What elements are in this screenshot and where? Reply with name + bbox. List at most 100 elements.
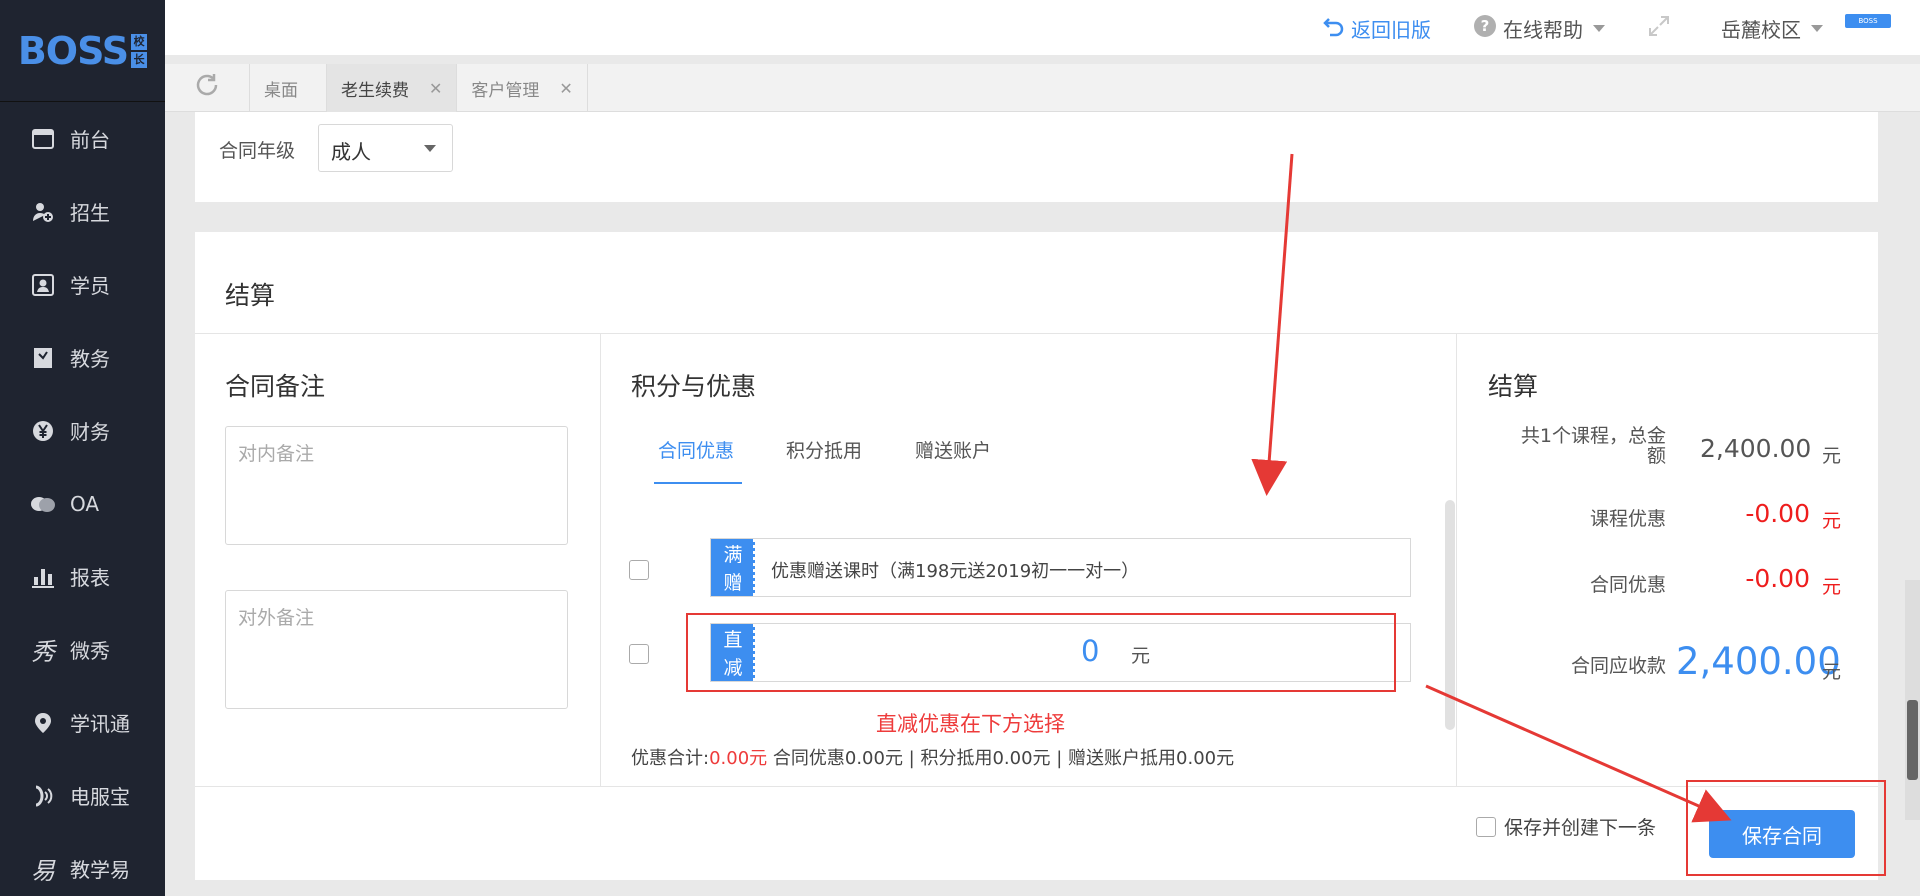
- sidebar-item-front-desk[interactable]: 前台: [0, 102, 165, 175]
- promo-full-gift-checkbox[interactable]: [629, 560, 649, 580]
- discount-list-scrollbar[interactable]: [1445, 500, 1455, 730]
- sidebar: BOSS 校 长 前台 招生 学员 教务 财务 OA 报表 秀 微秀 学讯通 电…: [0, 0, 165, 896]
- logo-badge-top: 校: [131, 33, 148, 50]
- receivable-label: 合同应收款: [1570, 655, 1666, 677]
- divider: [195, 786, 1878, 787]
- user-add-icon: [30, 199, 56, 225]
- app-logo[interactable]: BOSS 校 长: [0, 0, 165, 102]
- discount-summary-total: 0.00元: [709, 748, 768, 769]
- save-and-create-next[interactable]: 保存并创建下一条: [1476, 813, 1656, 840]
- sidebar-item-label: 电服宝: [70, 785, 130, 809]
- wei-xiu-icon: 秀: [31, 638, 55, 666]
- annotation-highlight-box: [1686, 780, 1886, 876]
- tab-points-deduction[interactable]: 积分抵用: [786, 436, 862, 463]
- discount-summary: 优惠合计:0.00元 合同优惠0.00元 | 积分抵用0.00元 | 赠送账户抵…: [631, 744, 1234, 770]
- yen-icon: [30, 418, 56, 444]
- contract-grade-value: 成人: [331, 140, 371, 164]
- course-discount-label: 课程优惠: [1589, 508, 1666, 530]
- chevron-down-icon: [1593, 25, 1605, 32]
- sidebar-item-xuexuntong[interactable]: 学讯通: [0, 686, 165, 759]
- sidebar-item-reports[interactable]: 报表: [0, 540, 165, 613]
- save-and-create-next-checkbox[interactable]: [1476, 816, 1496, 837]
- sidebar-item-label: 教务: [70, 347, 110, 371]
- sidebar-item-label: 学员: [70, 274, 110, 298]
- online-help-dropdown[interactable]: ? 在线帮助: [1473, 14, 1605, 43]
- tab-customer-management[interactable]: 客户管理 ✕: [457, 64, 588, 112]
- sidebar-item-finance[interactable]: 财务: [0, 394, 165, 467]
- fullscreen-button[interactable]: [1647, 14, 1671, 43]
- page-scrollbar-thumb[interactable]: [1907, 700, 1918, 780]
- contract-discount-value: -0.00: [1745, 564, 1810, 593]
- campus-label: 岳麓校区: [1721, 18, 1801, 42]
- sidebar-item-label: 教学易: [70, 858, 130, 882]
- sidebar-item-students[interactable]: 学员: [0, 248, 165, 321]
- refresh-button[interactable]: [165, 64, 250, 112]
- close-icon[interactable]: ✕: [559, 79, 572, 98]
- tab-label: 桌面: [264, 80, 298, 101]
- sidebar-item-enrollment[interactable]: 招生: [0, 175, 165, 248]
- logo-badge: 校 长: [131, 33, 148, 69]
- logo-badge-bottom: 长: [131, 51, 148, 68]
- sidebar-item-label: 招生: [70, 201, 110, 225]
- sidebar-nav: 前台 招生 学员 教务 财务 OA 报表 秀 微秀 学讯通 电服宝 易 教学易: [0, 102, 165, 896]
- sidebar-item-label: 前台: [70, 128, 110, 152]
- settlement-section-title: 结算: [225, 281, 276, 310]
- tab-renewal[interactable]: 老生续费 ✕: [327, 64, 458, 112]
- calendar-icon: [30, 126, 56, 152]
- tab-desktop[interactable]: 桌面: [250, 64, 327, 112]
- bar-chart-icon: [30, 564, 56, 590]
- question-circle-icon: ?: [1473, 14, 1497, 43]
- sidebar-item-oa[interactable]: OA: [0, 467, 165, 540]
- close-icon[interactable]: ✕: [429, 79, 442, 98]
- page-tabs: 桌面 老生续费 ✕ 客户管理 ✕: [165, 64, 1920, 112]
- divider: [600, 333, 601, 786]
- contract-grade-card: 合同年级 成人: [195, 112, 1878, 202]
- promo-tag-line2: 赠: [723, 572, 743, 594]
- currency-unit: 元: [1822, 661, 1842, 683]
- sidebar-item-label: 报表: [70, 566, 110, 590]
- sidebar-item-label: OA: [70, 491, 100, 516]
- tab-contract-discount[interactable]: 合同优惠: [658, 436, 734, 463]
- chevron-down-icon: [1811, 25, 1823, 32]
- totals-title: 结算: [1488, 372, 1539, 401]
- sidebar-item-weixiu[interactable]: 秀 微秀: [0, 613, 165, 686]
- expand-icon: [1647, 14, 1671, 43]
- annotation-highlight-box: [686, 613, 1396, 692]
- online-help-label: 在线帮助: [1503, 18, 1583, 42]
- sidebar-item-jiaoxueyi[interactable]: 易 教学易: [0, 832, 165, 896]
- promo-direct-discount-checkbox[interactable]: [629, 644, 649, 664]
- location-pin-icon: [30, 710, 56, 736]
- discount-summary-prefix: 优惠合计:: [631, 748, 710, 769]
- promo-tag-line1: 满: [723, 544, 743, 566]
- tab-label: 客户管理: [471, 80, 540, 101]
- currency-unit: 元: [1822, 445, 1842, 467]
- internal-remarks-placeholder: 对内备注: [238, 443, 315, 465]
- contract-grade-select[interactable]: 成人: [318, 124, 453, 172]
- sidebar-item-dianfubao[interactable]: 电服宝: [0, 759, 165, 832]
- tab-gift-account[interactable]: 赠送账户: [915, 436, 991, 463]
- annotation-text: 直减优惠在下方选择: [876, 712, 1065, 736]
- course-discount-value: -0.00: [1745, 499, 1810, 528]
- active-tab-underline: [654, 482, 742, 484]
- save-and-create-next-label: 保存并创建下一条: [1504, 817, 1657, 839]
- sidebar-item-academic[interactable]: 教务: [0, 321, 165, 394]
- internal-remarks-textarea[interactable]: 对内备注: [225, 426, 568, 545]
- phone-service-icon: [30, 783, 56, 809]
- contract-remarks-title: 合同备注: [225, 372, 326, 401]
- course-total-label-line2: 额: [1646, 445, 1666, 467]
- svg-text:?: ?: [1481, 17, 1490, 35]
- campus-dropdown[interactable]: 岳麓校区: [1721, 14, 1823, 43]
- back-to-old-version-link[interactable]: 返回旧版: [1323, 14, 1431, 43]
- page-scrollbar[interactable]: [1905, 580, 1920, 820]
- promo-full-gift-text: 优惠赠送课时（满198元送2019初一一对一）: [771, 561, 1140, 582]
- refresh-icon: [193, 71, 221, 106]
- settlement-card: 结算 合同备注 对内备注 对外备注 积分与优惠 合同优惠 积分抵用 赠送账户 满…: [195, 232, 1878, 880]
- contract-grade-label: 合同年级: [219, 140, 296, 162]
- course-total-label-line1: 共1个课程，总金: [1520, 425, 1666, 447]
- external-remarks-textarea[interactable]: 对外备注: [225, 590, 568, 709]
- currency-unit: 元: [1822, 576, 1842, 598]
- user-avatar[interactable]: BOSS: [1845, 14, 1891, 28]
- promo-full-gift-card[interactable]: 满 赠 优惠赠送课时（满198元送2019初一一对一）: [710, 538, 1411, 597]
- teach-easy-icon: 易: [31, 857, 55, 885]
- contract-discount-label: 合同优惠: [1589, 574, 1666, 596]
